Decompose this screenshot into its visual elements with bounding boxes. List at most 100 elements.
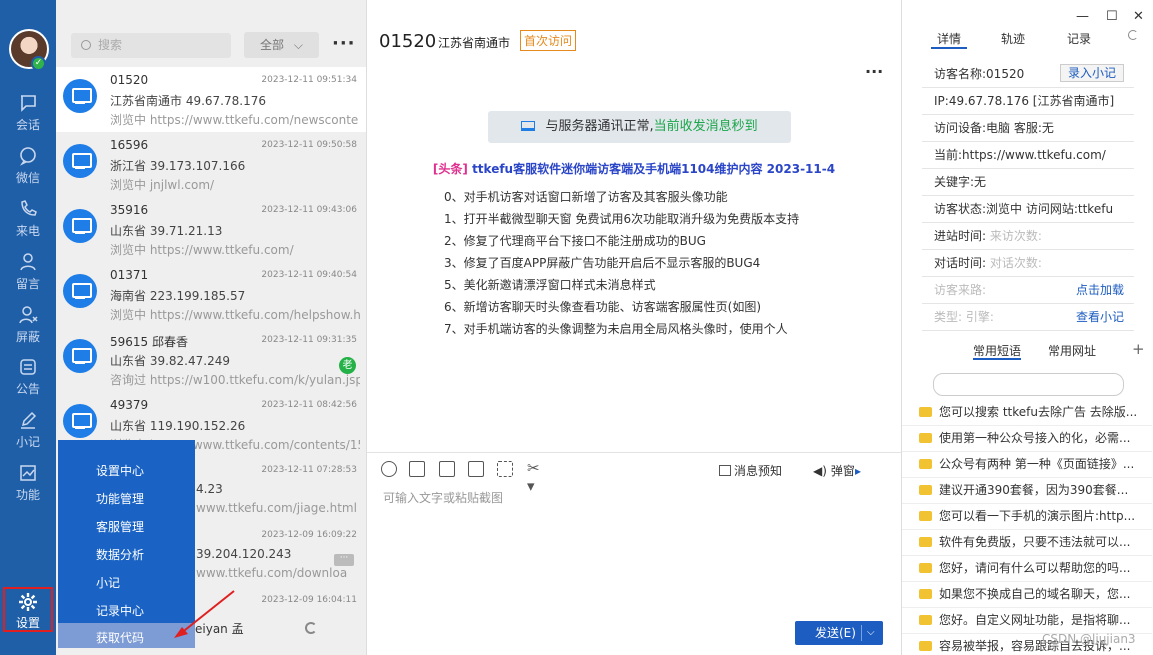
menu-item-staff-management[interactable]: 客服管理 [96, 518, 144, 535]
phrase-item[interactable]: 使用第一种公众号接入的化，必需... [902, 426, 1152, 452]
phrase-item[interactable]: 您可以看一下手机的演示图片:http... [902, 504, 1152, 530]
tab-details[interactable]: 详情 [930, 30, 968, 49]
nav-item-wechat[interactable]: 微信 [0, 146, 56, 194]
menu-item-get-code[interactable]: 获取代码 [96, 629, 144, 646]
monitor-icon [63, 144, 97, 178]
visitor-region: 江苏省南通市 49.67.78.176 [110, 94, 266, 108]
nav-item-label: 功能 [15, 488, 40, 502]
detail-row-ip: IP:49.67.78.176 [江苏省南通市] [922, 88, 1134, 115]
menu-item-data-analysis[interactable]: 数据分析 [96, 546, 144, 563]
chat-panel: 01520 江苏省南通市 首次访问 ··· 与服务器通讯正常,当前收发消息秒到 … [367, 0, 901, 655]
composer-divider [367, 452, 901, 453]
nav-item-sessions[interactable]: 会话 [0, 93, 56, 141]
news-tag: [头条] [432, 162, 468, 176]
list-item[interactable]: 01371 2023-12-11 09:40:54 海南省 223.199.18… [56, 262, 366, 327]
phrase-item[interactable]: 建议开通390套餐，因为390套餐... [902, 478, 1152, 504]
news-list: 0、对手机访客对话窗口新增了访客及其客服头像功能 1、打开半截微型聊天窗 免费试… [444, 188, 799, 342]
message-input[interactable]: 可输入文字或粘贴截图 [383, 489, 503, 506]
chat-visitor-location: 江苏省南通市 [438, 36, 511, 50]
list-item[interactable]: 59615 邱春香 2023-12-11 09:31:35 山东省 39.82.… [56, 327, 366, 392]
refresh-icon[interactable] [1128, 30, 1138, 40]
message-preview-label: 消息预知 [734, 464, 783, 478]
detail-row-entry-time: 进站时间: 来访次数: [922, 223, 1134, 250]
detail-text: 进站时间: [934, 229, 987, 243]
phone-icon [21, 200, 37, 216]
detail-dim-text: 类型: 引擎: [934, 310, 994, 324]
folder-icon[interactable] [439, 461, 455, 477]
nav-item-label: 小记 [15, 435, 40, 449]
chat-bubble-icon [919, 433, 932, 443]
phrase-item[interactable]: 您可以搜索 ttkefu去除广告 去除版... [902, 400, 1152, 426]
chat-bubble-icon [919, 485, 932, 495]
filter-dropdown[interactable]: 全部 ⌵ [244, 32, 319, 58]
more-icon[interactable]: ··· [865, 62, 883, 81]
nav-item-functions[interactable]: 功能 [0, 463, 56, 511]
nav-item-label: 公告 [15, 382, 40, 396]
view-notes-link[interactable]: 查看小记 [1076, 304, 1124, 330]
save-icon[interactable] [468, 461, 484, 477]
list-item[interactable]: 16596 2023-12-11 09:50:58 浙江省 39.173.107… [56, 132, 366, 197]
visitor-status: 咨询过 https://w100.ttkefu.com/k/yulan.jsp [110, 373, 360, 387]
tab-records[interactable]: 记录 [1067, 30, 1091, 47]
message-preview-toggle[interactable]: 消息预知 [719, 462, 782, 479]
phrase-item[interactable]: 如果您不换成自己的域名聊天，您... [902, 582, 1152, 608]
close-icon[interactable]: ✕ [1133, 9, 1144, 24]
block-user-icon [19, 306, 38, 324]
phrase-item[interactable]: 软件有免费版，只要不违法就可以... [902, 530, 1152, 556]
send-divider [861, 625, 862, 641]
emoji-icon[interactable] [381, 461, 397, 477]
visitor-status: www.ttkefu.com/downloa [196, 566, 348, 580]
detail-row-status: 访客状态:浏览中 访问网站:ttkefu [922, 196, 1134, 223]
visitor-id: 59615 邱春香 [110, 335, 188, 349]
monitor-icon [63, 339, 97, 373]
settings-button[interactable]: 设置 [3, 587, 53, 632]
chat-bubble-icon [919, 641, 932, 651]
scissors-icon[interactable]: ✂▾ [527, 459, 540, 495]
nav-item-blocked[interactable]: 屏蔽 [0, 305, 56, 353]
settings-label: 设置 [15, 616, 40, 630]
phrase-search-input[interactable] [933, 373, 1124, 396]
list-item[interactable]: 01520 2023-12-11 09:51:34 江苏省南通市 49.67.7… [56, 67, 366, 132]
load-referrer-link[interactable]: 点击加载 [1076, 277, 1124, 303]
nav-item-announcements[interactable]: 公告 [0, 357, 56, 405]
nav-item-label: 屏蔽 [15, 330, 40, 344]
menu-item-records-center[interactable]: 记录中心 [96, 602, 144, 619]
search-input[interactable]: 搜索 [71, 33, 231, 58]
visitor-status: www.ttkefu.com/jiage.html [196, 501, 357, 515]
send-button[interactable]: 发送(E) ⌵ [795, 621, 883, 645]
phrase-item[interactable]: 您好，请问有什么可以帮助您的吗... [902, 556, 1152, 582]
screenshot-icon[interactable] [497, 461, 513, 477]
tab-common-urls[interactable]: 常用网址 [1048, 342, 1096, 359]
detail-text: IP:49.67.78.176 [江苏省南通市] [934, 94, 1115, 108]
detail-dim-text: 来访次数: [989, 229, 1042, 243]
chevron-down-icon[interactable]: ⌵ [867, 621, 875, 645]
add-icon[interactable]: + [1132, 340, 1145, 358]
nav-item-notes[interactable]: 小记 [0, 410, 56, 458]
popup-window-toggle[interactable]: ◀) 弹窗▸ [813, 462, 861, 479]
caret-right-icon: ▸ [854, 464, 861, 478]
menu-item-settings-center[interactable]: 设置中心 [96, 462, 144, 479]
nav-item-messages[interactable]: 留言 [0, 252, 56, 300]
watermark: CSDN @liujian3 [1042, 632, 1136, 646]
refresh-icon[interactable] [305, 622, 317, 634]
detail-row-current-page: 当前:https://www.ttkefu.com/ [922, 142, 1134, 169]
nav-item-calls[interactable]: 来电 [0, 199, 56, 247]
detail-dim-text: 访客来路: [934, 283, 987, 297]
menu-item-notes[interactable]: 小记 [96, 574, 120, 591]
more-icon[interactable]: ··· [332, 33, 356, 54]
image-icon[interactable] [409, 461, 425, 477]
maximize-icon[interactable]: ☐ [1106, 9, 1118, 24]
phrase-item[interactable]: 您好。自定义网址功能，是指将聊... [902, 608, 1152, 634]
news-headline[interactable]: [头条] ttkefu客服软件迷你端访客端及手机端1104维护内容 2023-1… [367, 160, 901, 177]
timestamp: 2023-12-11 09:31:35 [261, 335, 357, 345]
news-item: 1、打开半截微型聊天窗 免费试用6次功能取消升级为免费版本支持 [444, 212, 800, 226]
list-item[interactable]: 35916 2023-12-11 09:43:06 山东省 39.71.21.1… [56, 197, 366, 262]
add-note-button[interactable]: 录入小记 [1059, 64, 1124, 82]
preview-icon [719, 465, 731, 476]
tab-track[interactable]: 轨迹 [1001, 30, 1025, 47]
wechat-icon [19, 147, 36, 166]
menu-item-function-management[interactable]: 功能管理 [96, 490, 144, 507]
phrase-item[interactable]: 公众号有两种 第一种《页面链接》... [902, 452, 1152, 478]
minimize-icon[interactable]: — [1076, 9, 1089, 24]
tab-common-phrases[interactable]: 常用短语 [973, 342, 1022, 360]
